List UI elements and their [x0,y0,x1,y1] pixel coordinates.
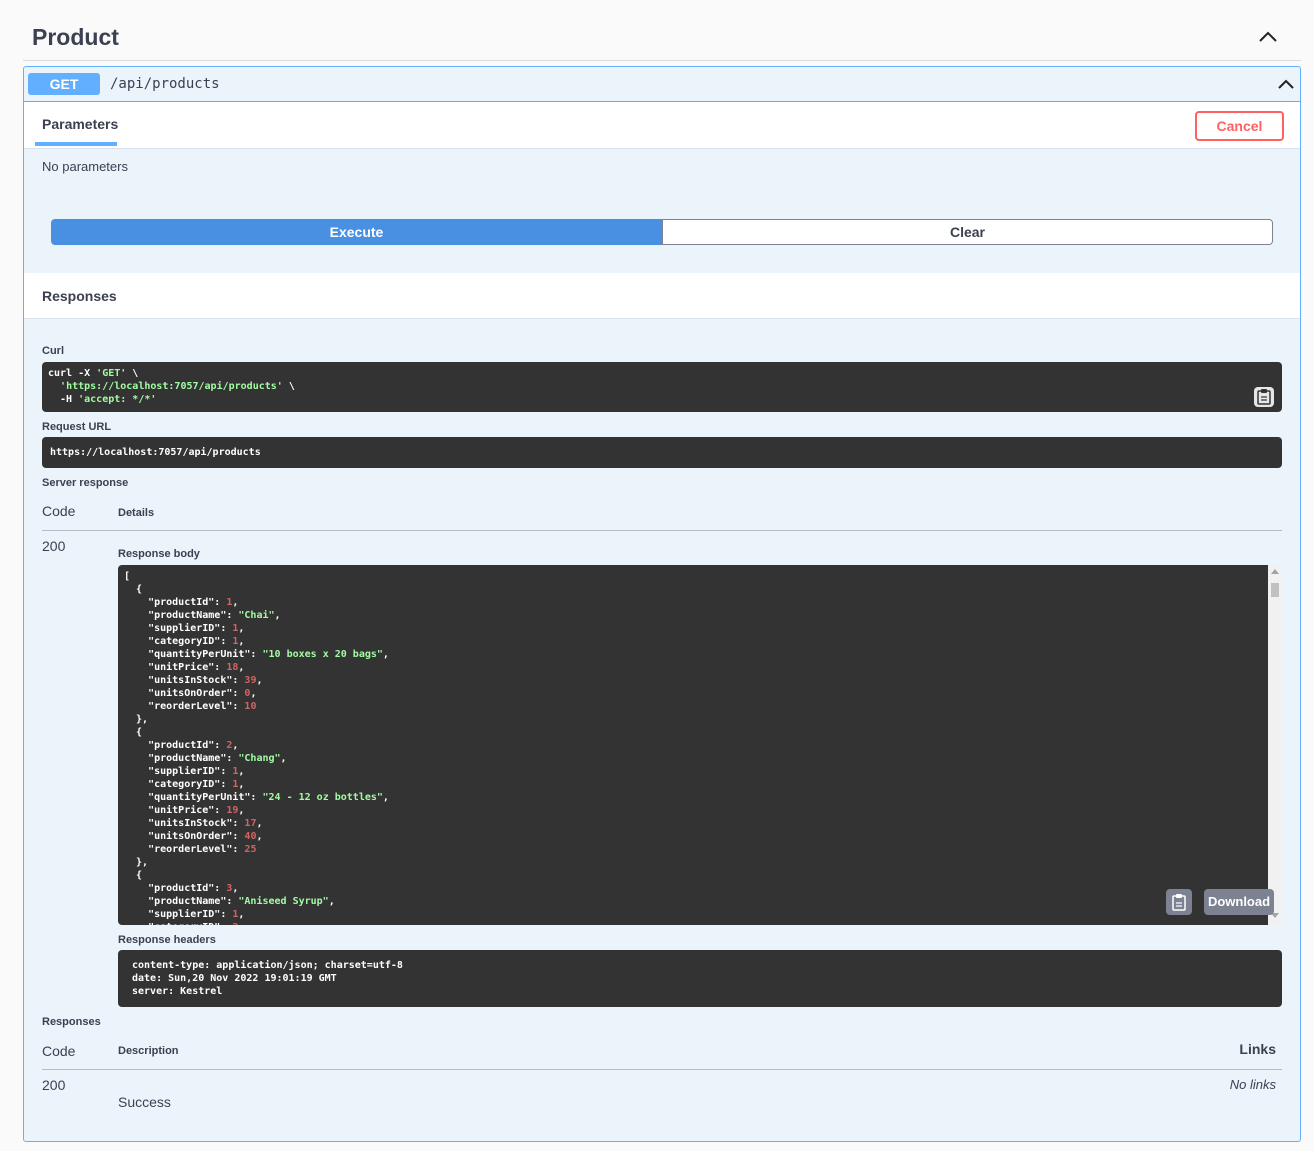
json-line: "productName": "Aniseed Syrup", [124,896,335,907]
response-status-code: 200 [42,538,66,554]
json-line: "supplierID": 1, [124,909,245,920]
json-line: { [124,727,143,738]
json-line: "reorderLevel": 10 [124,701,257,712]
curl-code[interactable]: curl -X 'GET' \ 'https://localhost:7057/… [42,362,1282,412]
scroll-up-arrow-icon[interactable] [1271,569,1279,574]
execute-button[interactable]: Execute [51,219,662,245]
response-body-scrollbar[interactable] [1268,565,1282,925]
responses-header: Responses [24,273,1300,319]
copy-response-button[interactable] [1166,889,1192,915]
json-line: "categoryID": 1, [124,779,245,790]
json-line: "unitsInStock": 39, [124,675,263,686]
json-line: "unitsOnOrder": 40, [124,831,263,842]
json-line: }, [124,857,149,868]
json-line: "productName": "Chai", [124,610,281,621]
documented-response-links: No links [1229,1077,1276,1092]
json-line: "unitPrice": 18, [124,662,245,673]
clipboard-icon [1172,894,1186,911]
server-response-header-row: Code Details [42,497,1282,531]
json-line: { [124,584,143,595]
section-title: Product [32,24,119,50]
execute-button-group: Execute Clear [51,219,1273,245]
description-column-header: Description [118,1045,179,1057]
responses-title: Responses [42,288,117,304]
json-line: "productName": "Chang", [124,753,287,764]
response-header-line: content-type: application/json; charset=… [132,960,403,971]
json-line: "categoryID": 2, [124,921,1262,925]
documented-response-description: Success [118,1094,171,1110]
response-header-line: server: Kestrel [132,986,223,997]
code-column-header: Code [42,503,76,519]
curl-line: -H 'accept: */*' [48,394,157,405]
copy-curl-button[interactable] [1254,387,1274,407]
chevron-up-icon[interactable] [1276,76,1296,92]
tab-active-indicator [35,142,117,146]
links-column-header: Links [1239,1041,1276,1057]
json-line: "unitPrice": 19, [124,805,245,816]
server-response-label: Server response [42,477,129,489]
json-line: "quantityPerUnit": "24 - 12 oz bottles", [124,792,389,803]
request-url[interactable]: https://localhost:7057/api/products [42,437,1282,468]
response-body[interactable]: [ { "productId": 1, "productName": "Chai… [118,565,1268,925]
response-headers-label: Response headers [118,934,216,946]
cancel-button[interactable]: Cancel [1195,111,1284,141]
download-button[interactable]: Download [1204,889,1274,915]
section-header[interactable]: Product [23,14,1301,61]
no-parameters-text: No parameters [42,159,128,174]
json-line: "reorderLevel": 25 [124,844,257,855]
details-column-header: Details [118,507,155,519]
json-line: "productId": 1, [124,597,239,608]
operation-summary[interactable]: GET /api/products [24,67,1300,102]
json-line: "quantityPerUnit": "10 boxes x 20 bags", [124,649,389,660]
method-badge: GET [28,73,100,95]
operation-path: /api/products [110,76,220,92]
documented-responses-title: Responses [42,1016,101,1028]
json-line: "unitsOnOrder": 0, [124,688,257,699]
scroll-thumb[interactable] [1271,583,1279,597]
json-line: { [124,870,143,881]
json-line: "categoryID": 1, [124,636,245,647]
json-line: "productId": 3, [124,883,239,894]
chevron-up-icon[interactable] [1257,28,1279,46]
json-line: "productId": 2, [124,740,239,751]
json-line: }, [124,714,149,725]
request-url-label: Request URL [42,421,112,433]
json-line: "supplierID": 1, [124,766,245,777]
json-line: [ [124,571,131,582]
code-column-header: Code [42,1043,76,1059]
json-line: "unitsInStock": 17, [124,818,263,829]
response-body-label: Response body [118,548,200,560]
response-headers[interactable]: content-type: application/json; charset=… [118,950,1282,1007]
documented-response-code: 200 [42,1077,66,1093]
json-line: "supplierID": 1, [124,623,245,634]
operation-block: GET /api/products Parameters Cancel No p… [23,66,1301,1142]
documented-responses-header-row: Code Description Links [42,1037,1282,1070]
clear-button[interactable]: Clear [662,219,1273,245]
tab-parameters[interactable]: Parameters [42,116,118,132]
parameters-tabbar: Parameters Cancel [24,102,1300,149]
curl-line: 'https://localhost:7057/api/products' \ [60,381,295,392]
curl-line: curl -X 'GET' \ [48,368,139,379]
response-header-line: date: Sun,20 Nov 2022 19:01:19 GMT [132,973,337,984]
clipboard-icon [1257,389,1271,405]
curl-label: Curl [42,345,64,357]
